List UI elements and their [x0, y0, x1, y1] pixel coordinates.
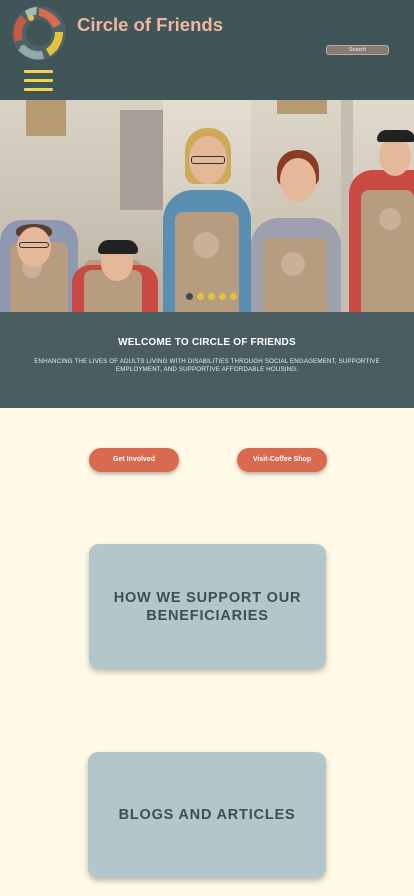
hamburger-menu-icon[interactable] — [24, 70, 53, 94]
hero-photo-2 — [163, 100, 251, 312]
carousel-dot-3[interactable] — [208, 293, 215, 300]
carousel-dot-5[interactable] — [230, 293, 237, 300]
site-header: Circle of Friends Search — [0, 0, 414, 100]
welcome-title: WELCOME TO CIRCLE OF FRIENDS — [118, 337, 296, 348]
carousel-dot-2[interactable] — [197, 293, 204, 300]
welcome-subtitle-line-2: EMPLOYMENT, AND SUPPORTIVE AFFORDABLE HO… — [115, 366, 299, 373]
site-title[interactable]: Circle of Friends — [77, 14, 223, 36]
welcome-subtitle-line-1: ENHANCING THE LIVES OF ADULTS LIVING WIT… — [34, 358, 380, 365]
blogs-card[interactable]: BLOGS AND ARTICLES — [88, 752, 326, 878]
welcome-subtitle: ENHANCING THE LIVES OF ADULTS LIVING WIT… — [12, 358, 402, 374]
carousel-dot-4[interactable] — [219, 293, 226, 300]
hero-photo-1 — [0, 100, 163, 312]
get-involved-button[interactable]: Get Involved — [89, 448, 179, 472]
blogs-card-title: BLOGS AND ARTICLES — [118, 807, 296, 823]
support-card-title-line-2: BENEFICIARIES — [146, 608, 269, 624]
circle-of-friends-logo-icon[interactable] — [9, 4, 69, 62]
carousel-dot-1[interactable] — [186, 293, 193, 300]
welcome-banner: WELCOME TO CIRCLE OF FRIENDS ENHANCING T… — [0, 312, 414, 408]
hero-photo-4 — [341, 100, 414, 312]
hero-photo-3 — [251, 100, 341, 312]
hero-carousel[interactable] — [0, 100, 414, 312]
support-card[interactable]: HOW WE SUPPORT OUR BENEFICIARIES — [89, 544, 326, 669]
search-button[interactable]: Search — [326, 45, 389, 55]
visit-coffee-shop-button[interactable]: Visit-Coffee Shop — [237, 448, 327, 472]
support-card-title-line-1: HOW WE SUPPORT OUR — [113, 590, 302, 606]
